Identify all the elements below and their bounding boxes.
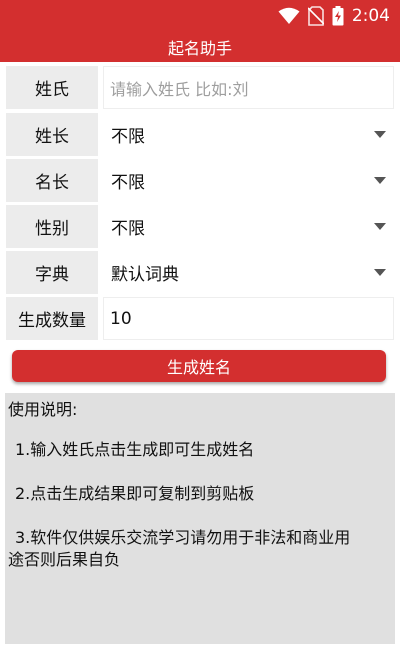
- name-length-value: 不限: [111, 173, 145, 193]
- page-title: 起名助手: [167, 39, 232, 58]
- status-icons: 2:04: [278, 5, 390, 27]
- name-length-select[interactable]: 不限: [103, 159, 394, 202]
- app-bar: 起名助手: [0, 32, 400, 62]
- status-bar: 2:04: [0, 0, 400, 32]
- dictionary-label: 字典: [6, 251, 98, 294]
- name-length-label: 名长: [6, 159, 98, 202]
- surname-label: 姓氏: [6, 66, 98, 109]
- gender-row: 性别 不限: [6, 205, 394, 248]
- surname-length-select[interactable]: 不限: [103, 113, 394, 156]
- surname-length-row: 姓长 不限: [6, 113, 394, 156]
- dictionary-row: 字典 默认词典: [6, 251, 394, 294]
- instruction-item: 1.输入姓氏点击生成即可生成姓名: [15, 440, 255, 459]
- battery-charging-icon: [332, 6, 344, 26]
- dictionary-value: 默认词典: [111, 265, 179, 285]
- wifi-icon: [278, 7, 300, 24]
- dropdown-arrow-icon: [374, 223, 386, 230]
- status-time: 2:04: [351, 6, 390, 26]
- surname-length-label: 姓长: [6, 113, 98, 156]
- surname-input[interactable]: 请输入姓氏 比如:刘: [103, 66, 394, 109]
- surname-row: 姓氏 请输入姓氏 比如:刘: [6, 66, 394, 109]
- instructions-panel: 使用说明: 1.输入姓氏点击生成即可生成姓名 2.点击生成结果即可复制到剪贴板 …: [5, 393, 395, 644]
- no-sim-icon: [307, 6, 324, 26]
- count-row: 生成数量 10: [6, 297, 394, 340]
- dropdown-arrow-icon: [374, 269, 386, 276]
- gender-select[interactable]: 不限: [103, 205, 394, 248]
- dropdown-arrow-icon: [374, 131, 386, 138]
- instruction-item: 3.软件仅供娱乐交流学习请勿用于非法和商业用: [15, 528, 351, 547]
- dropdown-arrow-icon: [374, 177, 386, 184]
- count-label: 生成数量: [6, 297, 98, 340]
- surname-length-value: 不限: [111, 127, 145, 147]
- instruction-item-continued: 途否则后果自负: [8, 550, 121, 569]
- generate-button[interactable]: 生成姓名: [12, 350, 386, 382]
- instructions-title: 使用说明:: [8, 400, 78, 419]
- name-length-row: 名长 不限: [6, 159, 394, 202]
- gender-value: 不限: [111, 219, 145, 239]
- dictionary-select[interactable]: 默认词典: [103, 251, 394, 294]
- instruction-item: 2.点击生成结果即可复制到剪贴板: [15, 484, 255, 503]
- gender-label: 性别: [6, 205, 98, 248]
- count-input[interactable]: 10: [103, 297, 394, 340]
